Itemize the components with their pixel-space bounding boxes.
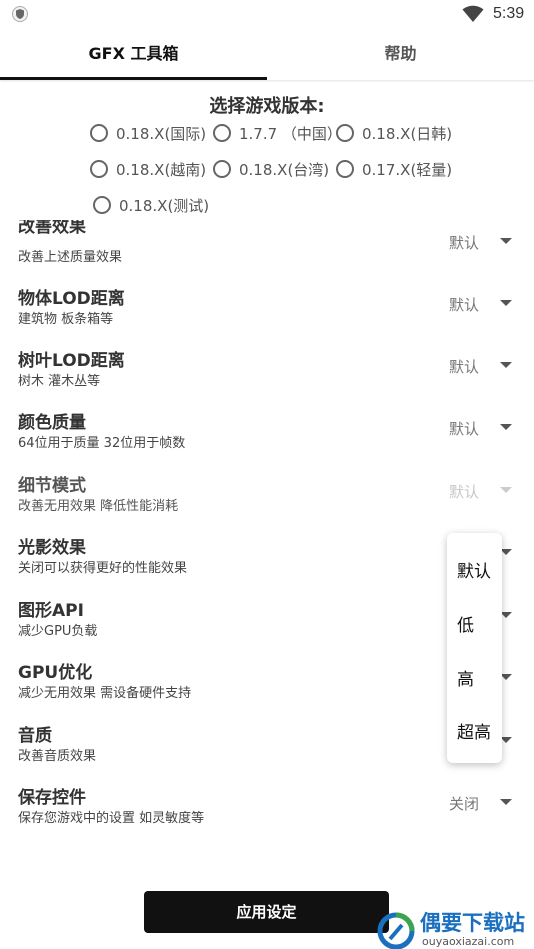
setting-subtitle: 改善上述质量效果 [18, 250, 123, 265]
chevron-down-icon[interactable] [500, 362, 512, 368]
chevron-down-icon[interactable] [500, 300, 512, 306]
version-title: 选择游戏版本: [209, 96, 325, 117]
dropdown-option-ultra[interactable]: 超高 [457, 718, 491, 743]
setting-title: 细节模式 [18, 476, 86, 496]
radio-version-4[interactable]: 0.18.X(台湾) [213, 156, 329, 182]
radio-version-3[interactable]: 0.18.X(越南) [90, 156, 206, 182]
radio-version-0[interactable]: 0.18.X(国际) [90, 120, 206, 146]
setting-select-value: 默认 [449, 483, 480, 501]
setting-select-value[interactable]: 默认 [449, 418, 479, 439]
setting-subtitle: 树木 灌木丛等 [18, 374, 101, 389]
setting-row-color-quality: 颜色质量 64位用于质量 32位用于帧数 默认 [0, 408, 534, 470]
setting-row-improve-effect: 改善效果 改善上述质量效果 默认 [0, 220, 534, 284]
setting-title: 树叶LOD距离 [18, 351, 125, 371]
setting-title: 音质 [18, 726, 52, 746]
dropdown-option-low[interactable]: 低 [457, 611, 474, 636]
setting-title: 改善效果 [18, 220, 86, 237]
radio-version-6[interactable]: 0.18.X(测试) [93, 192, 209, 218]
setting-row-save-controls: 保存控件 保存您游戏中的设置 如灵敏度等 关闭 [0, 783, 534, 830]
setting-subtitle: 保存您游戏中的设置 如灵敏度等 [18, 811, 205, 826]
radio-circle[interactable] [336, 124, 354, 142]
watermark-brand: 偶要下载站 [420, 911, 525, 935]
setting-select-value[interactable]: 关闭 [449, 793, 479, 814]
wifi-icon [462, 5, 484, 22]
radio-circle[interactable] [213, 160, 231, 178]
status-time: 5:39 [493, 5, 525, 22]
dropdown-menu: 默认 低 高 超高 [447, 533, 502, 763]
tab-indicator [0, 77, 267, 80]
radio-label: 0.17.X(轻量) [362, 160, 453, 179]
setting-subtitle: 减少GPU负载 [18, 624, 98, 639]
setting-title: 图形API [18, 601, 84, 621]
setting-row-object-lod: 物体LOD距离 建筑物 板条箱等 默认 [0, 284, 534, 346]
watermark-url: ouyaoxiazai.com [422, 935, 515, 948]
site-logo-icon [377, 912, 415, 949]
radio-label: 0.18.X(测试) [119, 196, 210, 215]
setting-select-value[interactable]: 默认 [449, 294, 479, 315]
apply-settings-button[interactable]: 应用设定 [144, 891, 389, 933]
radio-version-2[interactable]: 0.18.X(日韩) [336, 120, 452, 146]
setting-title: 光影效果 [18, 538, 86, 558]
setting-select-value[interactable]: 默认 [449, 232, 479, 253]
setting-row-foliage-lod: 树叶LOD距离 树木 灌木丛等 默认 [0, 346, 534, 408]
radio-version-5[interactable]: 0.17.X(轻量) [336, 156, 452, 182]
radio-label: 0.18.X(台湾) [239, 160, 330, 179]
watermark: 偶要下载站 ouyaoxiazai.com [376, 903, 534, 949]
dropdown-option-high[interactable]: 高 [457, 665, 474, 690]
chevron-down-icon [500, 487, 512, 493]
radio-circle[interactable] [336, 160, 354, 178]
radio-label: 0.18.X(国际) [116, 124, 207, 143]
setting-title: 保存控件 [18, 788, 86, 808]
setting-title: 颜色质量 [18, 413, 86, 433]
chevron-down-icon[interactable] [500, 424, 512, 430]
setting-subtitle: 建筑物 板条箱等 [18, 312, 114, 327]
tab-help[interactable]: 帮助 [267, 28, 534, 80]
dropdown-option-default[interactable]: 默认 [457, 557, 491, 582]
chevron-down-icon[interactable] [500, 799, 512, 805]
setting-subtitle: 改善音质效果 [18, 749, 97, 764]
setting-subtitle: 减少无用效果 需设备硬件支持 [18, 686, 192, 701]
setting-subtitle: 关闭可以获得更好的性能效果 [18, 561, 188, 576]
setting-select-value[interactable]: 默认 [449, 356, 479, 377]
radio-version-1[interactable]: 1.7.7 （中国） [213, 120, 342, 146]
status-bar: 5:39 [0, 0, 534, 28]
radio-circle[interactable] [93, 196, 111, 214]
radio-circle[interactable] [90, 124, 108, 142]
radio-label: 0.18.X(日韩) [362, 124, 453, 143]
shield-icon [12, 6, 28, 22]
tab-bar: GFX 工具箱 帮助 [0, 28, 534, 80]
setting-title: GPU优化 [18, 663, 93, 683]
setting-subtitle: 64位用于质量 32位用于帧数 [18, 436, 186, 451]
setting-subtitle: 改善无用效果 降低性能消耗 [18, 499, 179, 514]
setting-row-detail-mode: 细节模式 改善无用效果 降低性能消耗 默认 [0, 471, 534, 533]
chevron-down-icon[interactable] [500, 238, 512, 244]
radio-label: 0.18.X(越南) [116, 160, 207, 179]
tab-gfx-toolbox[interactable]: GFX 工具箱 [0, 28, 267, 80]
setting-title: 物体LOD距离 [18, 289, 125, 309]
radio-circle[interactable] [90, 160, 108, 178]
radio-label: 1.7.7 （中国） [239, 124, 342, 143]
radio-circle[interactable] [213, 124, 231, 142]
